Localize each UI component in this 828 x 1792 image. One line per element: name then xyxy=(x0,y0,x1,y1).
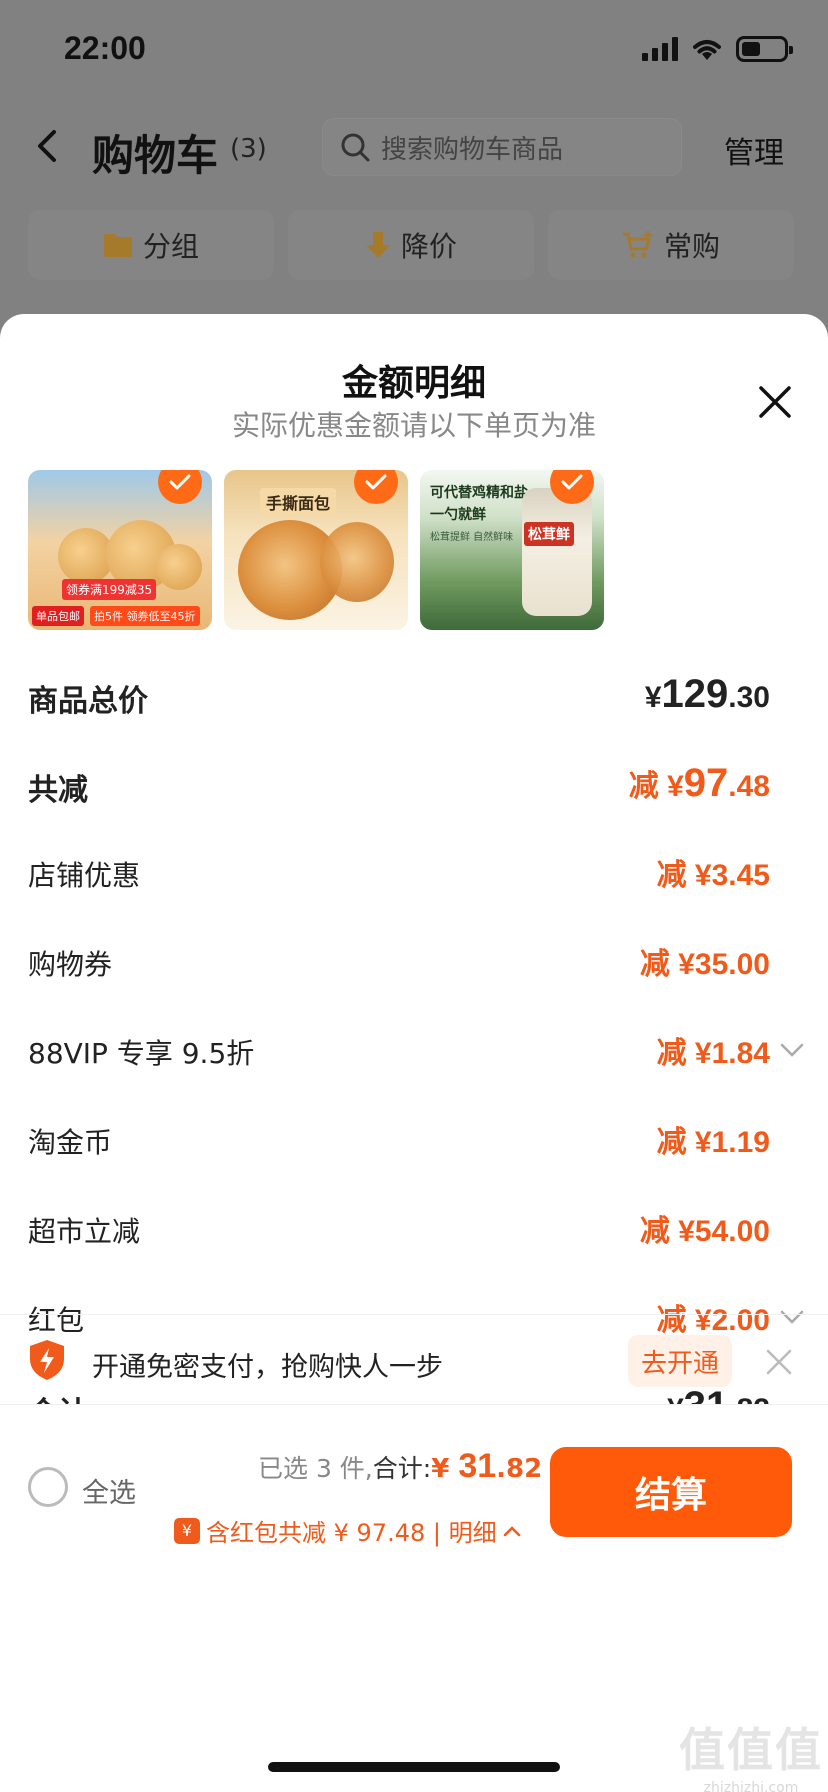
signal-icon xyxy=(642,37,678,61)
status-bar: 22:00 xyxy=(0,0,828,100)
cart-page-background: 22:00 购物车 (3) 搜索购物车商品 管理 分组 降价 常购 xyxy=(0,0,828,340)
quick-actions: 分组 降价 常购 xyxy=(28,210,794,280)
discount-banner: 拍5件 领券低至45折 xyxy=(90,606,200,626)
coupon-badge: 领券满199减35 xyxy=(62,579,157,600)
price-drop-button[interactable]: 降价 xyxy=(288,210,534,280)
cart-count: (3) xyxy=(230,134,267,164)
row-value: 减 ¥35.00 xyxy=(639,948,770,981)
red-packet-icon: ¥ xyxy=(174,1517,200,1544)
page-title: 购物车 xyxy=(92,131,219,180)
brand-label: 松茸鲜 xyxy=(524,522,574,546)
row-tao-coins: 淘金币 减 ¥1.19 xyxy=(0,1097,828,1186)
sheet-subtitle: 实际优惠金额请以下单页为准 xyxy=(231,409,596,442)
close-icon[interactable] xyxy=(764,1347,794,1377)
row-label: 共减 xyxy=(28,773,88,808)
home-indicator xyxy=(268,1762,560,1772)
product-tagline-1: 可代替鸡精和盐 xyxy=(430,485,528,501)
select-all-radio[interactable] xyxy=(28,1467,68,1507)
price-drop-label: 降价 xyxy=(400,230,457,263)
manage-button[interactable]: 管理 xyxy=(724,128,784,172)
row-label: 商品总价 xyxy=(28,684,148,719)
checkout-bar: 全选 已选 3 件,合计:¥ 31.82 ¥ 含红包共减 ¥ 97.48 | 明… xyxy=(0,1404,828,1604)
row-label: 88VIP 专享 9.5折 xyxy=(28,1037,255,1070)
close-icon[interactable] xyxy=(755,382,795,422)
search-input[interactable]: 搜索购物车商品 xyxy=(322,118,682,176)
back-icon[interactable] xyxy=(28,126,68,166)
battery-icon xyxy=(736,36,793,62)
product-label: 手撕面包 xyxy=(260,488,337,516)
frequent-buy-button[interactable]: 常购 xyxy=(548,210,794,280)
group-button[interactable]: 分组 xyxy=(28,210,274,280)
row-label: 淘金币 xyxy=(28,1126,113,1159)
status-icons xyxy=(642,36,793,62)
cart-plus-icon xyxy=(622,231,652,258)
row-value: 减 ¥1.84 xyxy=(656,1037,770,1070)
product-thumbnail-cookies[interactable]: 领券满199减35 单品包邮 拍5件 领券低至45折 xyxy=(28,470,212,630)
chevron-down-icon[interactable] xyxy=(780,1042,804,1058)
row-total-discount: 共减 减 ¥97.48 xyxy=(0,741,828,830)
enable-button[interactable]: 去开通 xyxy=(628,1335,732,1387)
product-subtext: 松茸提鲜 自然鲜味 xyxy=(430,532,514,543)
row-label: 购物券 xyxy=(28,948,113,981)
discount-text: 含红包共减 ¥ 97.48 | 明细 xyxy=(206,1519,497,1547)
product-thumbnails: 领券满199减35 单品包邮 拍5件 领券低至45折 手撕面包 可代替鸡精和盐 … xyxy=(28,470,604,630)
arrow-down-icon xyxy=(365,232,390,258)
frequent-buy-label: 常购 xyxy=(663,230,720,263)
search-placeholder: 搜索购物车商品 xyxy=(381,134,564,165)
folder-icon xyxy=(103,234,132,257)
row-label: 店铺优惠 xyxy=(28,859,141,892)
row-subtotal: 商品总价 ¥129.30 xyxy=(0,652,828,741)
row-store-discount: 店铺优惠 减 ¥3.45 xyxy=(0,830,828,919)
nav-bar: 购物车 (3) 搜索购物车商品 管理 xyxy=(0,108,828,188)
sheet-title: 金额明细 xyxy=(341,363,486,404)
row-value: 减 ¥3.45 xyxy=(656,859,770,892)
wifi-icon xyxy=(693,40,721,60)
product-thumbnail-seasoning[interactable]: 可代替鸡精和盐 一勺就鲜 松茸提鲜 自然鲜味 松茸鲜 xyxy=(420,470,604,630)
promo-text: 开通免密支付，抢购快人一步 xyxy=(92,1352,443,1383)
row-value: 减 ¥54.00 xyxy=(639,1215,770,1248)
product-thumbnail-bread[interactable]: 手撕面包 xyxy=(224,470,408,630)
checkmark-icon[interactable] xyxy=(354,470,398,504)
search-icon xyxy=(341,133,370,162)
group-label: 分组 xyxy=(142,230,199,263)
shield-lightning-icon xyxy=(30,1340,64,1380)
select-all-label[interactable]: 全选 xyxy=(82,1471,136,1510)
chevron-up-icon xyxy=(503,1525,520,1536)
row-shopping-coupon: 购物券 减 ¥35.00 xyxy=(0,919,828,1008)
row-value: ¥129.30 xyxy=(644,672,770,716)
watermark: 值值值 zhizhizhi.com xyxy=(679,1723,823,1792)
bottle-image xyxy=(522,488,592,616)
amount-detail-sheet: 金额明细 实际优惠金额请以下单页为准 领券满199减35 单品包邮 拍5件 领券… xyxy=(0,314,828,1792)
row-label: 超市立减 xyxy=(28,1215,141,1248)
checkout-button[interactable]: 结算 xyxy=(550,1447,792,1537)
password-free-pay-banner: 开通免密支付，抢购快人一步 去开通 xyxy=(0,1314,828,1406)
row-value: 减 ¥1.19 xyxy=(656,1126,770,1159)
discount-detail-link[interactable]: ¥ 含红包共减 ¥ 97.48 | 明细 xyxy=(174,1513,521,1548)
status-time: 22:00 xyxy=(64,30,146,66)
row-supermarket-discount: 超市立减 减 ¥54.00 xyxy=(0,1186,828,1275)
checkmark-icon[interactable] xyxy=(158,470,202,504)
row-88vip[interactable]: 88VIP 专享 9.5折 减 ¥1.84 xyxy=(0,1008,828,1097)
product-tagline-2: 一勺就鲜 xyxy=(430,507,486,523)
selection-summary: 已选 3 件,合计:¥ 31.82 xyxy=(258,1447,543,1485)
free-shipping-badge: 单品包邮 xyxy=(32,606,84,626)
row-value: 减 ¥97.48 xyxy=(628,761,770,805)
